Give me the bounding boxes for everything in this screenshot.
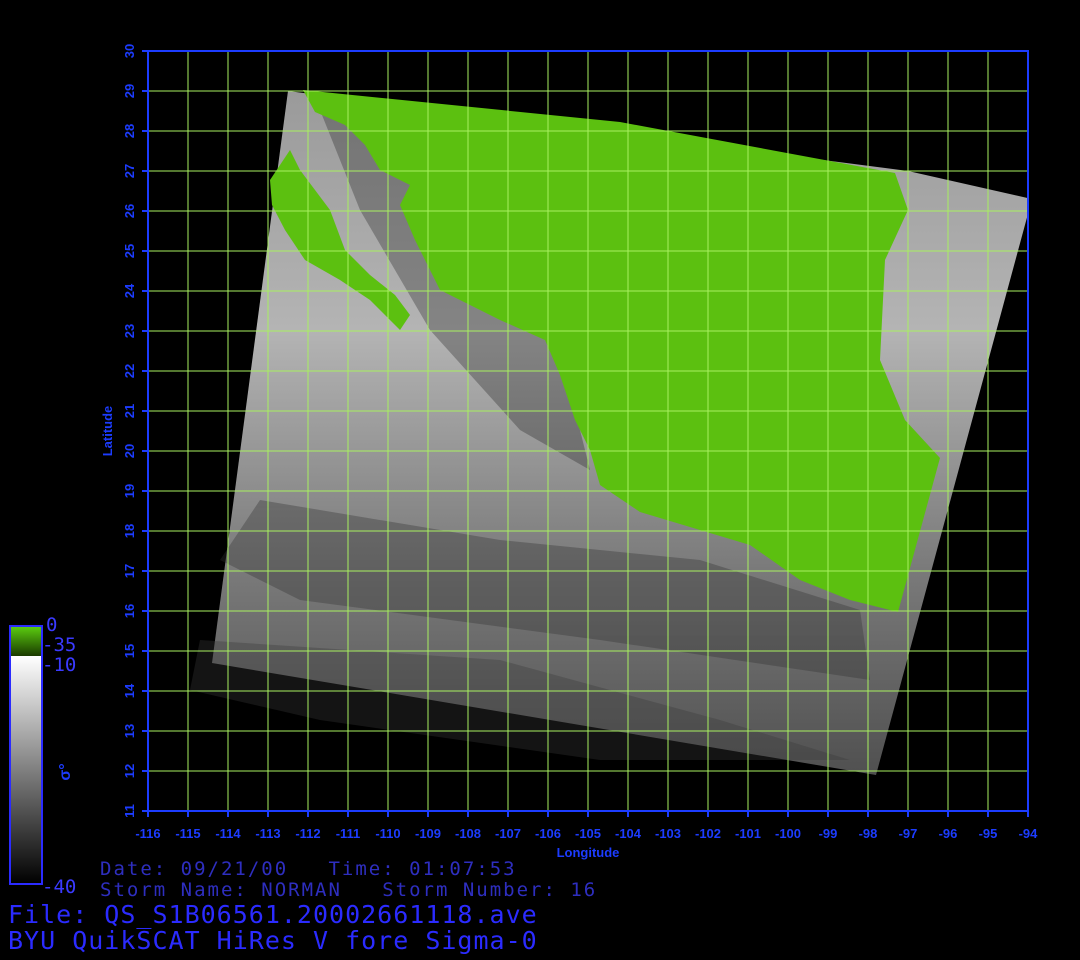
colorbar-land-min: -35 bbox=[42, 634, 77, 656]
lon-tick-label: -109 bbox=[415, 826, 441, 841]
date-time-text: Date: 09/21/00 Time: 01:07:53 bbox=[100, 858, 517, 880]
lon-tick-label: -94 bbox=[1019, 826, 1039, 841]
lon-tick-label: -114 bbox=[215, 826, 241, 841]
lat-tick-label: 17 bbox=[122, 564, 137, 578]
lat-tick-label: 24 bbox=[122, 283, 137, 298]
lat-tick-label: 26 bbox=[122, 204, 137, 218]
latitude-tick-labels: 11 12 13 14 15 16 17 18 19 20 21 22 23 24 25 26 27 28 29 30 bbox=[122, 44, 137, 818]
colorbar-ocean-min: -40 bbox=[42, 876, 77, 898]
product-title: BYU QuikSCAT HiRes V fore Sigma-0 bbox=[8, 926, 538, 955]
lat-tick-label: 30 bbox=[122, 44, 137, 58]
storm-info-text: Storm Name: NORMAN Storm Number: 16 bbox=[100, 879, 598, 901]
y-axis-label: Latitude bbox=[100, 406, 115, 457]
lon-tick-label: -106 bbox=[535, 826, 561, 841]
colorbar-land-max: 0 bbox=[46, 614, 58, 636]
lon-tick-label: -98 bbox=[859, 826, 878, 841]
lat-tick-label: 27 bbox=[122, 164, 137, 178]
lon-tick-label: -104 bbox=[615, 826, 642, 841]
colorbar-ocean-max: -10 bbox=[42, 654, 77, 676]
lon-tick-label: -96 bbox=[939, 826, 958, 841]
lon-tick-label: -102 bbox=[695, 826, 721, 841]
lat-tick-label: 18 bbox=[122, 524, 137, 538]
lon-tick-label: -108 bbox=[455, 826, 481, 841]
map-plot: -116 -115 -114 -113 -112 -111 -110 -109 -108 -107… bbox=[9, 44, 1038, 885]
lat-tick-label: 19 bbox=[122, 484, 137, 498]
lat-tick-label: 13 bbox=[122, 724, 137, 738]
lat-tick-label: 16 bbox=[122, 604, 137, 618]
lon-tick-label: -116 bbox=[135, 826, 160, 841]
longitude-tick-labels: -116 -115 -114 -113 -112 -111 -110 -109 -108 -107… bbox=[135, 826, 1038, 841]
lat-tick-label: 20 bbox=[122, 444, 137, 458]
lon-tick-label: -101 bbox=[735, 826, 761, 841]
lon-tick-label: -113 bbox=[255, 826, 280, 841]
lon-tick-label: -111 bbox=[336, 826, 361, 841]
lon-tick-label: -95 bbox=[979, 826, 998, 841]
lat-tick-label: 22 bbox=[122, 364, 137, 378]
lat-tick-label: 14 bbox=[122, 683, 137, 698]
lat-tick-label: 15 bbox=[122, 644, 137, 658]
lat-tick-label: 21 bbox=[122, 404, 137, 418]
lon-tick-label: -103 bbox=[655, 826, 681, 841]
lon-tick-label: -110 bbox=[375, 826, 400, 841]
lat-tick-label: 11 bbox=[122, 804, 137, 818]
lat-tick-label: 23 bbox=[122, 324, 137, 338]
lon-tick-label: -100 bbox=[775, 826, 801, 841]
file-name-text: File: QS_S1B06561.20002661118.ave bbox=[8, 900, 538, 929]
lon-tick-label: -107 bbox=[495, 826, 521, 841]
lon-tick-label: -99 bbox=[819, 826, 838, 841]
colorbar-label: σ° bbox=[57, 763, 74, 780]
lat-tick-label: 28 bbox=[122, 124, 137, 138]
lat-tick-label: 25 bbox=[122, 244, 137, 258]
x-axis-label: Longitude bbox=[557, 845, 620, 860]
lon-tick-label: -97 bbox=[899, 826, 918, 841]
lat-tick-label: 12 bbox=[122, 764, 137, 778]
lon-tick-label: -115 bbox=[175, 826, 200, 841]
lat-tick-label: 29 bbox=[122, 84, 137, 98]
lon-tick-label: -105 bbox=[575, 826, 601, 841]
lon-tick-label: -112 bbox=[295, 826, 320, 841]
